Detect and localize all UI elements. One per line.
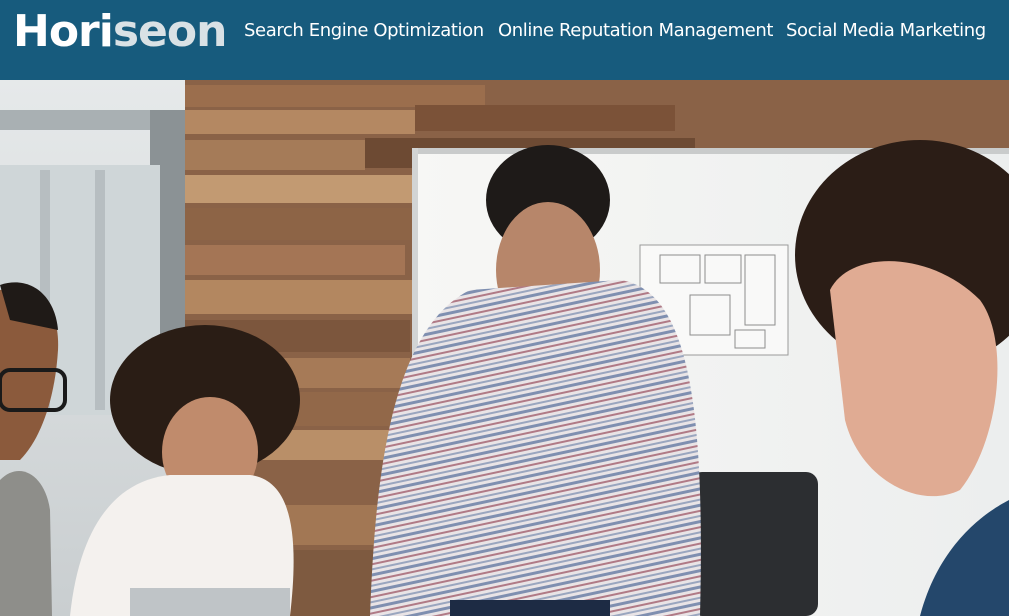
logo-primary-text: Hori [13,6,114,57]
logo-accent-text: seon [112,6,228,57]
hero-photo [0,80,1009,616]
nav-link-online-reputation-management[interactable]: Online Reputation Management [498,19,773,43]
nav-link-search-engine-optimization[interactable]: Search Engine Optimization [244,19,484,43]
nav-link-social-media-marketing[interactable]: Social Media Marketing [786,19,986,43]
hero-image [0,80,1009,616]
site-header: Horiseon Search Engine Optimization Onli… [0,0,1009,80]
site-logo[interactable]: Horiseon [13,4,228,60]
